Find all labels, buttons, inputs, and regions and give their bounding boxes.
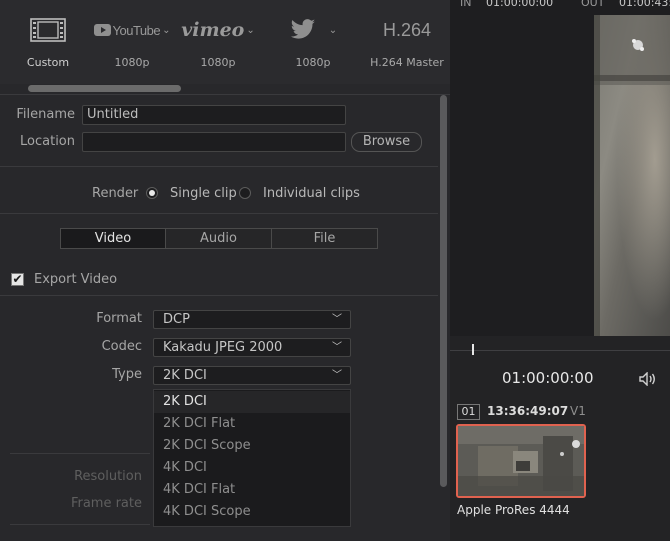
type-option[interactable]: 4K DCI Flat: [154, 479, 350, 501]
export-video-checkbox[interactable]: ✔: [11, 273, 24, 286]
single-clip-radio[interactable]: [146, 187, 158, 199]
playhead[interactable]: [472, 344, 474, 355]
out-label: OUT: [581, 0, 605, 9]
browse-button[interactable]: Browse: [351, 132, 422, 152]
location-input[interactable]: [82, 132, 346, 152]
divider: [0, 213, 438, 214]
in-timecode: 01:00:00:00: [486, 0, 554, 9]
clip-index: 01: [457, 404, 480, 420]
tab-audio[interactable]: Audio: [165, 228, 272, 249]
vertical-scrollbar[interactable]: [440, 95, 447, 487]
preset-label: H.264 Master: [370, 56, 444, 69]
twitter-icon: ⌄: [268, 16, 358, 44]
filename-label: Filename: [16, 107, 75, 122]
location-label: Location: [20, 134, 75, 149]
clip-timecode: 13:36:49:07: [487, 404, 569, 418]
type-option[interactable]: 2K DCI Flat: [154, 413, 350, 435]
tab-file[interactable]: File: [271, 228, 378, 249]
filename-input[interactable]: Untitled: [82, 105, 346, 125]
divider: [10, 453, 150, 454]
type-option[interactable]: 2K DCI: [154, 391, 350, 413]
type-dropdown[interactable]: 2K DCI ﹀: [153, 366, 351, 385]
preset-youtube[interactable]: YouTube ⌄ 1080p: [87, 0, 177, 84]
preset-h264[interactable]: H.264 H.264 Master: [362, 0, 450, 84]
youtube-icon: YouTube ⌄: [87, 16, 177, 44]
divider: [10, 524, 150, 525]
video-preview[interactable]: [594, 15, 670, 336]
chevron-down-icon: ⌄: [246, 24, 255, 36]
viewer-timecode: 01:00:00:00: [502, 369, 594, 387]
single-clip-label: Single clip: [170, 186, 237, 201]
codec-label: Codec: [101, 339, 142, 354]
clip-thumbnail-image: [458, 426, 584, 496]
frame-rate-label: Frame rate: [70, 496, 142, 511]
chevron-down-icon: ﹀: [332, 342, 342, 353]
divider: [0, 94, 450, 95]
clip-thumbnail[interactable]: [456, 424, 586, 498]
speaker-icon[interactable]: [639, 371, 657, 390]
format-value: DCP: [163, 312, 190, 327]
render-settings-panel: Custom YouTube ⌄ 1080p vimeo ⌄ 1080p ⌄ 1…: [0, 0, 450, 541]
vimeo-icon: vimeo ⌄: [173, 16, 263, 44]
preset-twitter[interactable]: ⌄ 1080p: [268, 0, 358, 84]
type-option[interactable]: 4K DCI Scope: [154, 501, 350, 523]
codec-dropdown[interactable]: Kakadu JPEG 2000 ﹀: [153, 338, 351, 357]
tab-video[interactable]: Video: [60, 228, 166, 249]
clip-track: V1: [570, 404, 586, 418]
h264-icon: H.264: [362, 16, 450, 44]
in-label: IN: [460, 0, 472, 9]
preset-label: 1080p: [295, 56, 331, 69]
format-dropdown[interactable]: DCP ﹀: [153, 310, 351, 329]
type-label: Type: [112, 367, 142, 382]
chevron-down-icon: ﹀: [332, 314, 342, 325]
horizontal-scrollbar[interactable]: [28, 85, 181, 92]
film-icon: [3, 16, 93, 44]
preset-label: 1080p: [114, 56, 150, 69]
type-option[interactable]: 2K DCI Scope: [154, 435, 350, 457]
divider: [0, 166, 438, 167]
type-value: 2K DCI: [163, 368, 207, 383]
chevron-down-icon: ⌄: [328, 24, 338, 36]
vimeo-logo: vimeo: [181, 19, 245, 41]
individual-clips-radio[interactable]: [239, 187, 251, 199]
preset-label: 1080p: [200, 56, 236, 69]
preview-frame: [594, 15, 670, 336]
scrubber-area: [450, 336, 670, 396]
individual-clips-label: Individual clips: [263, 186, 360, 201]
chevron-down-icon: ⌄: [162, 24, 171, 36]
chevron-down-icon: ﹀: [332, 370, 342, 381]
scrub-track[interactable]: [450, 350, 670, 351]
out-timecode: 01:00:43:: [619, 0, 670, 9]
preset-label: Custom: [26, 56, 70, 69]
render-label: Render: [92, 186, 139, 201]
codec-value: Kakadu JPEG 2000: [163, 340, 283, 355]
export-video-label: Export Video: [34, 272, 118, 287]
divider: [0, 295, 438, 296]
preset-bar: Custom YouTube ⌄ 1080p vimeo ⌄ 1080p ⌄ 1…: [0, 0, 450, 84]
type-option[interactable]: 4K DCI: [154, 457, 350, 479]
h264-logo: H.264: [382, 19, 432, 40]
preset-vimeo[interactable]: vimeo ⌄ 1080p: [173, 0, 263, 84]
resolution-label: Resolution: [74, 469, 142, 484]
preset-custom[interactable]: Custom: [3, 0, 93, 84]
format-label: Format: [96, 311, 142, 326]
clip-codec: Apple ProRes 4444: [457, 503, 570, 517]
type-dropdown-menu: 2K DCI 2K DCI Flat 2K DCI Scope 4K DCI 4…: [153, 389, 351, 527]
youtube-logo: YouTube: [112, 22, 161, 38]
